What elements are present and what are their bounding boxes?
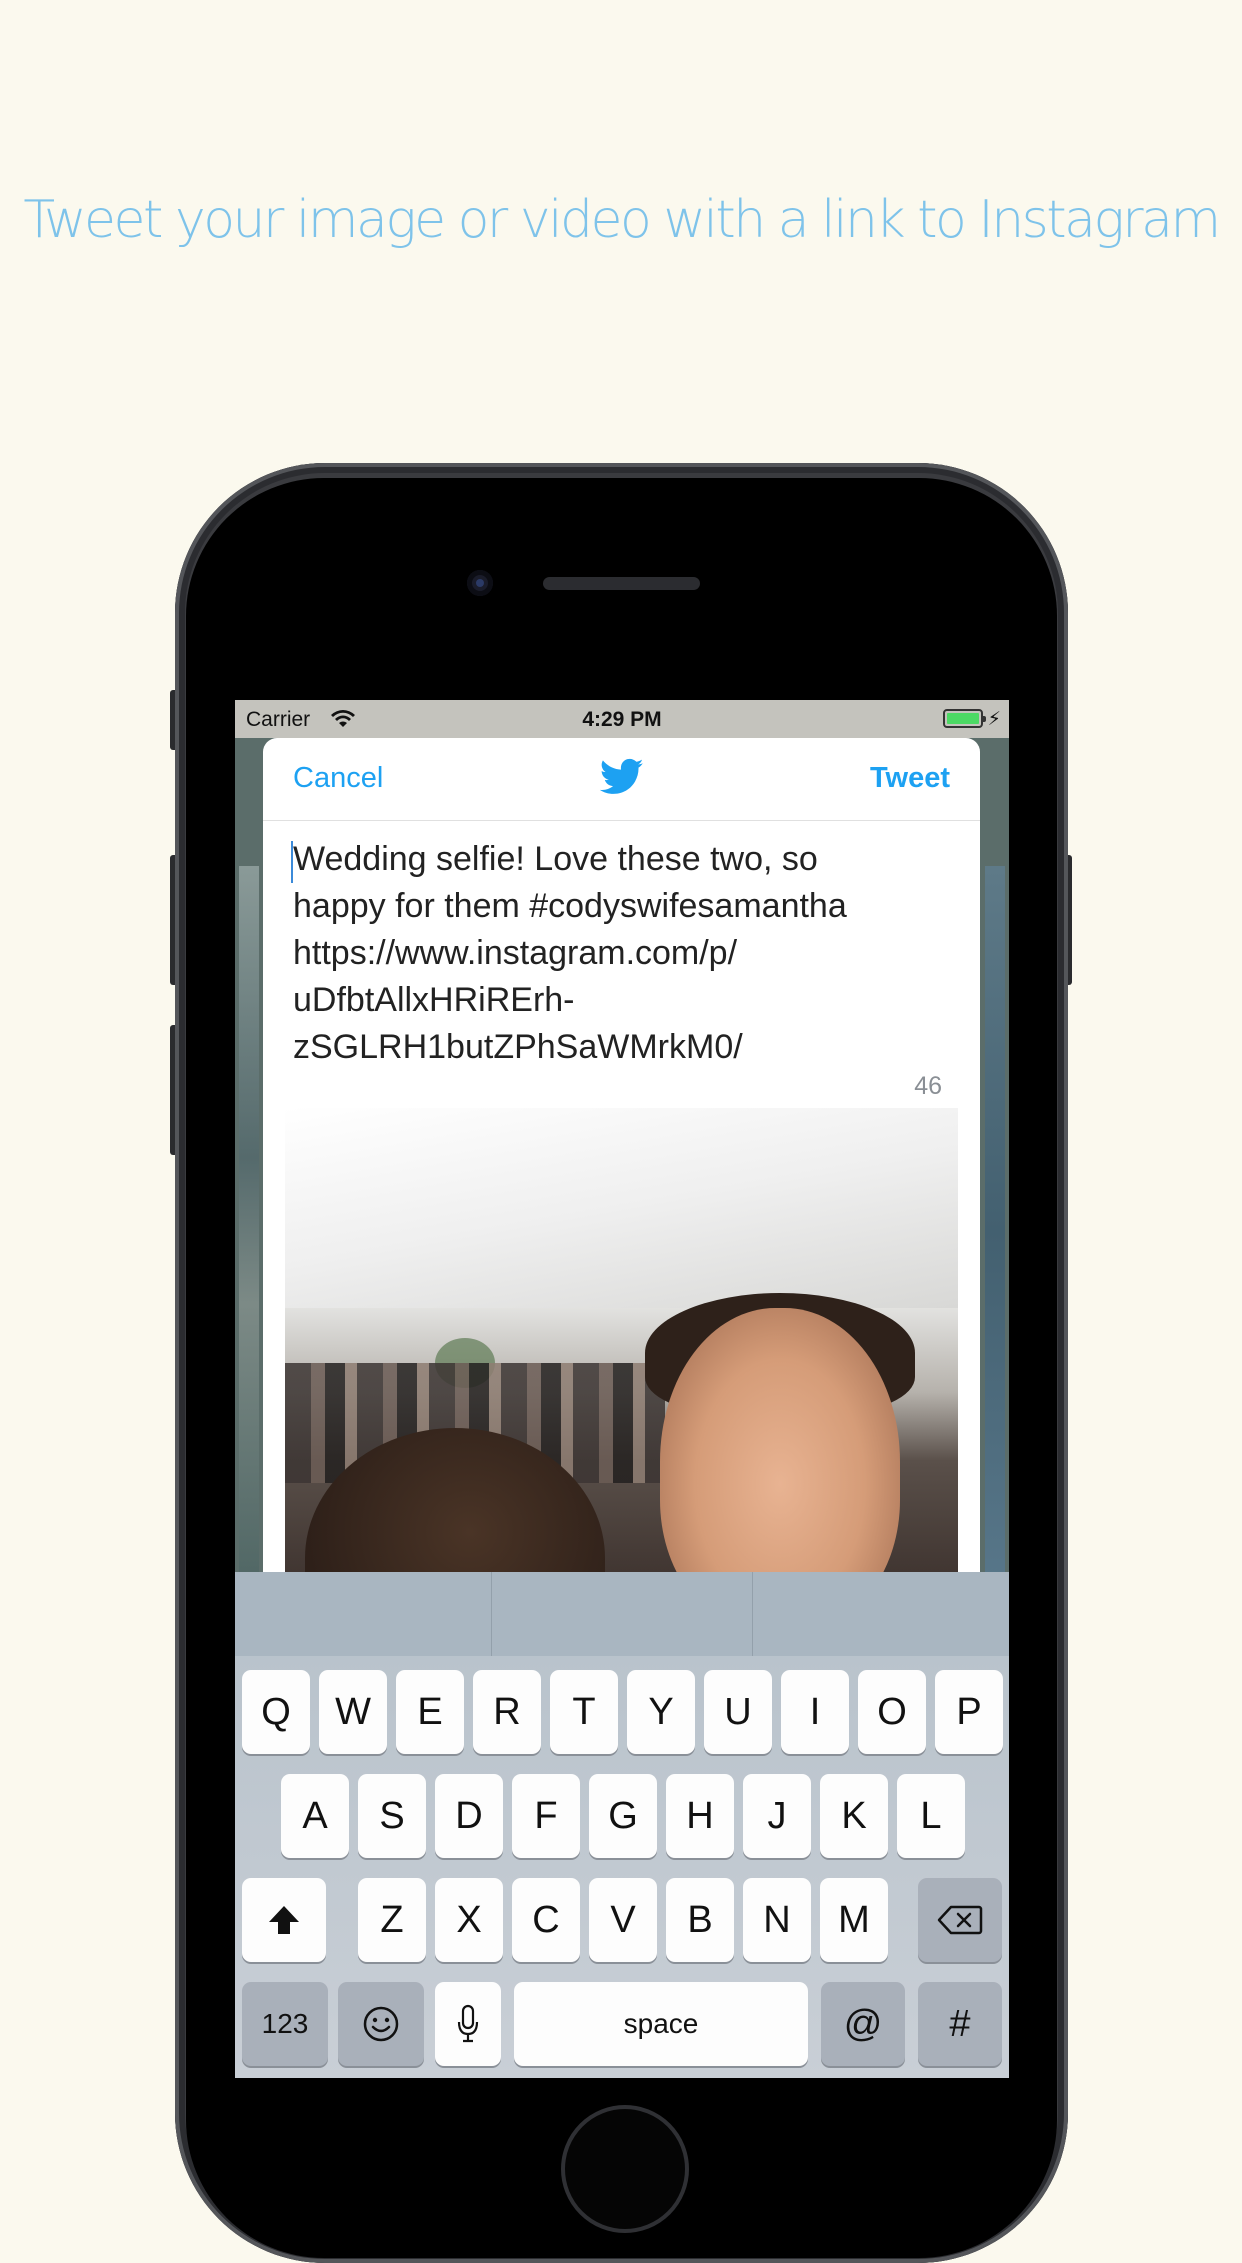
key-v[interactable]: V [589,1878,657,1962]
tweet-text-line: Wedding selfie! Love these two, so [293,840,818,878]
key-o[interactable]: O [858,1670,926,1754]
hash-key[interactable]: # [918,1982,1002,2066]
backspace-icon [937,1905,983,1935]
keyboard: Q W E R T Y U I O P A S D F G H J K L Z … [235,1656,1009,2078]
battery-icon [943,709,986,728]
tweet-button[interactable]: Tweet [870,762,950,795]
key-r[interactable]: R [473,1670,541,1754]
dictation-key[interactable] [435,1982,501,2066]
compose-header: Cancel Tweet [263,738,980,821]
key-h[interactable]: H [666,1774,734,1858]
key-b[interactable]: B [666,1878,734,1962]
attached-photo[interactable] [285,1108,958,1598]
key-k[interactable]: K [820,1774,888,1858]
tweet-text-input[interactable]: Wedding selfie! Love these two, so happy… [293,836,953,1071]
at-key[interactable]: @ [821,1982,905,2066]
home-button[interactable] [561,2105,689,2233]
microphone-icon [457,2004,479,2043]
character-count: 46 [914,1072,942,1100]
key-x[interactable]: X [435,1878,503,1962]
key-p[interactable]: P [935,1670,1003,1754]
key-c[interactable]: C [512,1878,580,1962]
key-n[interactable]: N [743,1878,811,1962]
status-bar: Carrier 4:29 PM ⚡ [235,700,1009,738]
charging-bolt-icon: ⚡ [987,709,1001,730]
phone-screen: Carrier 4:29 PM ⚡ Cancel Tweet Wedding s… [235,700,1009,2078]
front-camera [467,570,493,596]
tweet-text-line: uDfbtAllxHRiRErh- [293,981,575,1019]
tweet-text-line: happy for them #codyswifesamantha [293,887,847,925]
predictive-text-bar [235,1572,1009,1656]
cancel-button[interactable]: Cancel [293,762,383,795]
key-z[interactable]: Z [358,1878,426,1962]
earpiece-speaker [543,577,700,590]
delete-key[interactable] [918,1878,1002,1962]
tweet-text-line: https://www.instagram.com/p/ [293,934,738,972]
key-u[interactable]: U [704,1670,772,1754]
key-t[interactable]: T [550,1670,618,1754]
key-f[interactable]: F [512,1774,580,1858]
clock: 4:29 PM [582,708,662,731]
key-l[interactable]: L [897,1774,965,1858]
key-y[interactable]: Y [627,1670,695,1754]
key-d[interactable]: D [435,1774,503,1858]
key-j[interactable]: J [743,1774,811,1858]
shift-arrow-icon [269,1906,299,1934]
space-key[interactable]: space [514,1982,808,2066]
key-w[interactable]: W [319,1670,387,1754]
shift-key[interactable] [242,1878,326,1962]
emoji-key[interactable] [338,1982,424,2066]
tweet-text-line: zSGLRH1butZPhSaWMrkM0/ [293,1028,743,1066]
numbers-key[interactable]: 123 [242,1982,328,2066]
headline: Tweet your image or video with a link to… [23,190,1221,250]
key-s[interactable]: S [358,1774,426,1858]
key-i[interactable]: I [781,1670,849,1754]
key-a[interactable]: A [281,1774,349,1858]
emoji-icon [363,2006,399,2042]
twitter-bird-icon [600,758,644,794]
key-g[interactable]: G [589,1774,657,1858]
key-e[interactable]: E [396,1670,464,1754]
tweet-compose-sheet: Cancel Tweet Wedding selfie! Love these … [263,738,980,1598]
key-q[interactable]: Q [242,1670,310,1754]
key-m[interactable]: M [820,1878,888,1962]
